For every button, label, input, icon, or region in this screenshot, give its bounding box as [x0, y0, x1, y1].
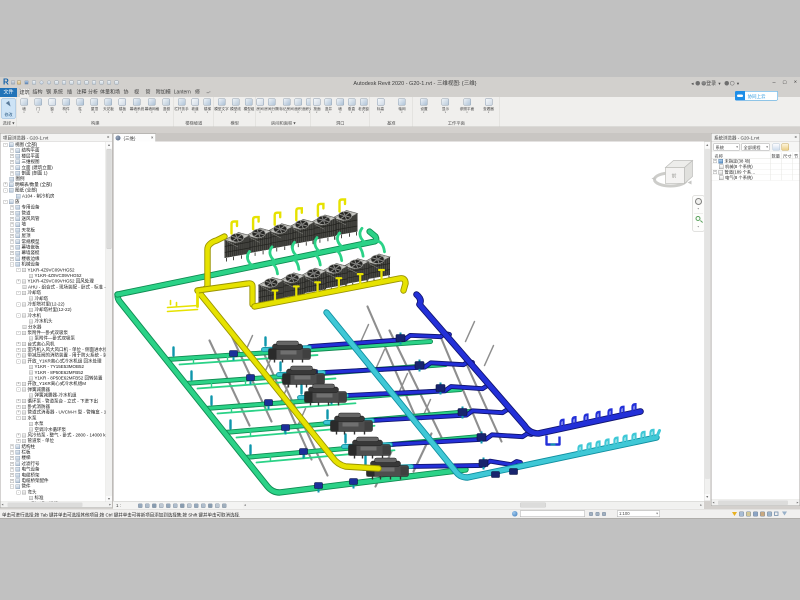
svg-text:前: 前: [672, 173, 677, 180]
